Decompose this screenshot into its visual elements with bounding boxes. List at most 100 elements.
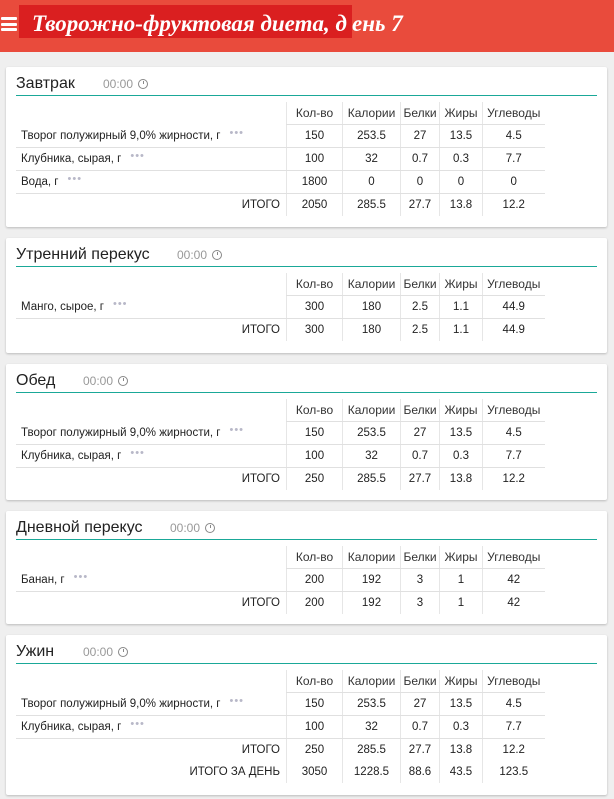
column-header-carb: Углеводы [482,546,545,569]
hamburger-menu-icon[interactable] [1,17,17,31]
meal-header: Утренний перекус 00:00 [16,244,597,267]
food-name-cell: Вода, г ••• [16,170,287,194]
food-name: Клубника, сырая, г [21,721,122,733]
food-pro: 27 [400,692,440,716]
meal-time[interactable]: 00:00 [177,248,223,262]
day-total-label: ИТОГО ЗА ДЕНЬ [189,766,280,778]
meal-name: Дневной перекус [16,519,143,536]
food-row: Творог полужирный 9,0% жирности, г ••• 150… [16,692,545,716]
meal-total-row: ИТОГО 200 192 3 1 42 [16,591,545,614]
total-pro: 27.7 [400,467,440,490]
food-name-cell: Творог полужирный 9,0% жирности, г ••• [16,124,287,148]
total-pro: 27.7 [400,738,440,761]
day-total-qty: 3050 [286,761,343,783]
food-pro: 27 [400,124,440,148]
clock-icon[interactable] [205,523,216,533]
more-dots-icon[interactable]: ••• [68,173,83,185]
total-qty: 2050 [286,193,343,216]
header-empty-cell [16,273,287,296]
column-header-cal: Калории [342,102,401,125]
food-fat: 1.1 [439,295,483,319]
food-carb: 44.9 [482,295,545,319]
food-fat: 0.3 [439,444,483,468]
total-cal: 180 [342,318,401,341]
food-row: Манго, сырое, г ••• 300 180 2.5 1.1 44.9 [16,295,545,319]
food-row: Творог полужирный 9,0% жирности, г ••• 150… [16,124,545,148]
more-dots-icon[interactable]: ••• [74,571,89,583]
food-fat: 13.5 [439,124,483,148]
total-carb: 12.2 [482,193,545,216]
food-carb: 0 [482,170,545,194]
clock-icon[interactable] [118,376,129,386]
food-qty: 100 [286,147,343,171]
meal-time-value: 00:00 [83,374,114,388]
total-fat: 13.8 [439,193,483,216]
total-cal: 192 [342,591,401,614]
column-header-fat: Жиры [439,102,483,125]
food-row: Клубника, сырая, г ••• 100 32 0.7 0.3 7.7 [16,715,545,739]
total-qty: 250 [286,738,343,761]
meal-card: Обед 00:00 Кол-во Калории Белки Жиры Углеводы Т… [6,364,607,500]
meal-header: Обед 00:00 [16,370,597,393]
meal-table: Кол-во Калории Белки Жиры Углеводы Манго, сыр… [16,273,545,341]
food-qty: 150 [286,421,343,445]
column-header-cal: Калории [342,273,401,296]
day-total-cal: 1228.5 [342,761,401,783]
food-qty: 150 [286,124,343,148]
column-header-carb: Углеводы [482,670,545,693]
food-fat: 13.5 [439,421,483,445]
header-empty-cell [16,102,287,125]
food-fat: 0.3 [439,147,483,171]
food-cal: 180 [342,295,401,319]
day-total-fat: 43.5 [439,761,483,783]
day-total-pro: 88.6 [400,761,440,783]
clock-icon[interactable] [118,647,129,657]
food-qty: 300 [286,295,343,319]
food-carb: 42 [482,568,545,592]
meal-total-row: ИТОГО 2050 285.5 27.7 13.8 12.2 [16,193,545,216]
clock-icon[interactable] [138,79,149,89]
food-name-cell: Клубника, сырая, г ••• [16,147,287,171]
total-cal: 285.5 [342,467,401,490]
more-dots-icon[interactable]: ••• [229,127,244,139]
food-carb: 4.5 [482,692,545,716]
meal-time[interactable]: 00:00 [83,374,129,388]
food-carb: 4.5 [482,124,545,148]
clock-icon[interactable] [212,250,223,260]
page-title-tail: ень 7 [352,11,403,36]
more-dots-icon[interactable]: ••• [130,150,145,162]
more-dots-icon[interactable]: ••• [113,298,128,310]
food-carb: 4.5 [482,421,545,445]
column-header-fat: Жиры [439,546,483,569]
meal-header: Ужин 00:00 [16,641,597,664]
food-name: Творог полужирный 9,0% жирности, г [21,697,221,710]
meal-time[interactable]: 00:00 [83,645,129,659]
table-header-row: Кол-во Калории Белки Жиры Углеводы [16,546,545,569]
food-name-cell: Творог полужирный 9,0% жирности, г ••• [16,692,287,716]
more-dots-icon[interactable]: ••• [130,447,145,459]
food-row: Творог полужирный 9,0% жирности, г ••• 150… [16,421,545,445]
meal-total-row: ИТОГО 300 180 2.5 1.1 44.9 [16,318,545,341]
meal-name: Завтрак [16,75,75,92]
column-header-qty: Кол-во [286,102,343,125]
page-title: Творожно-фруктовая диета, д [32,11,347,36]
food-qty: 200 [286,568,343,592]
more-dots-icon[interactable]: ••• [229,695,244,707]
total-label: ИТОГО [241,473,280,485]
column-header-pro: Белки [400,399,440,422]
food-cal: 32 [342,147,401,171]
meal-total-row: ИТОГО 250 285.5 27.7 13.8 12.2 [16,738,545,761]
food-pro: 0.7 [400,715,440,739]
food-pro: 2.5 [400,295,440,319]
meal-header: Дневной перекус 00:00 [16,517,597,540]
meal-time[interactable]: 00:00 [170,521,216,535]
column-header-qty: Кол-во [286,399,343,422]
total-cal: 285.5 [342,193,401,216]
total-qty: 300 [286,318,343,341]
meal-card: Ужин 00:00 Кол-во Калории Белки Жиры Углеводы Т… [6,635,607,795]
food-name-cell: Манго, сырое, г ••• [16,295,287,319]
more-dots-icon[interactable]: ••• [229,424,244,436]
meal-time[interactable]: 00:00 [103,77,149,91]
total-label: ИТОГО [241,324,280,336]
more-dots-icon[interactable]: ••• [130,718,145,730]
